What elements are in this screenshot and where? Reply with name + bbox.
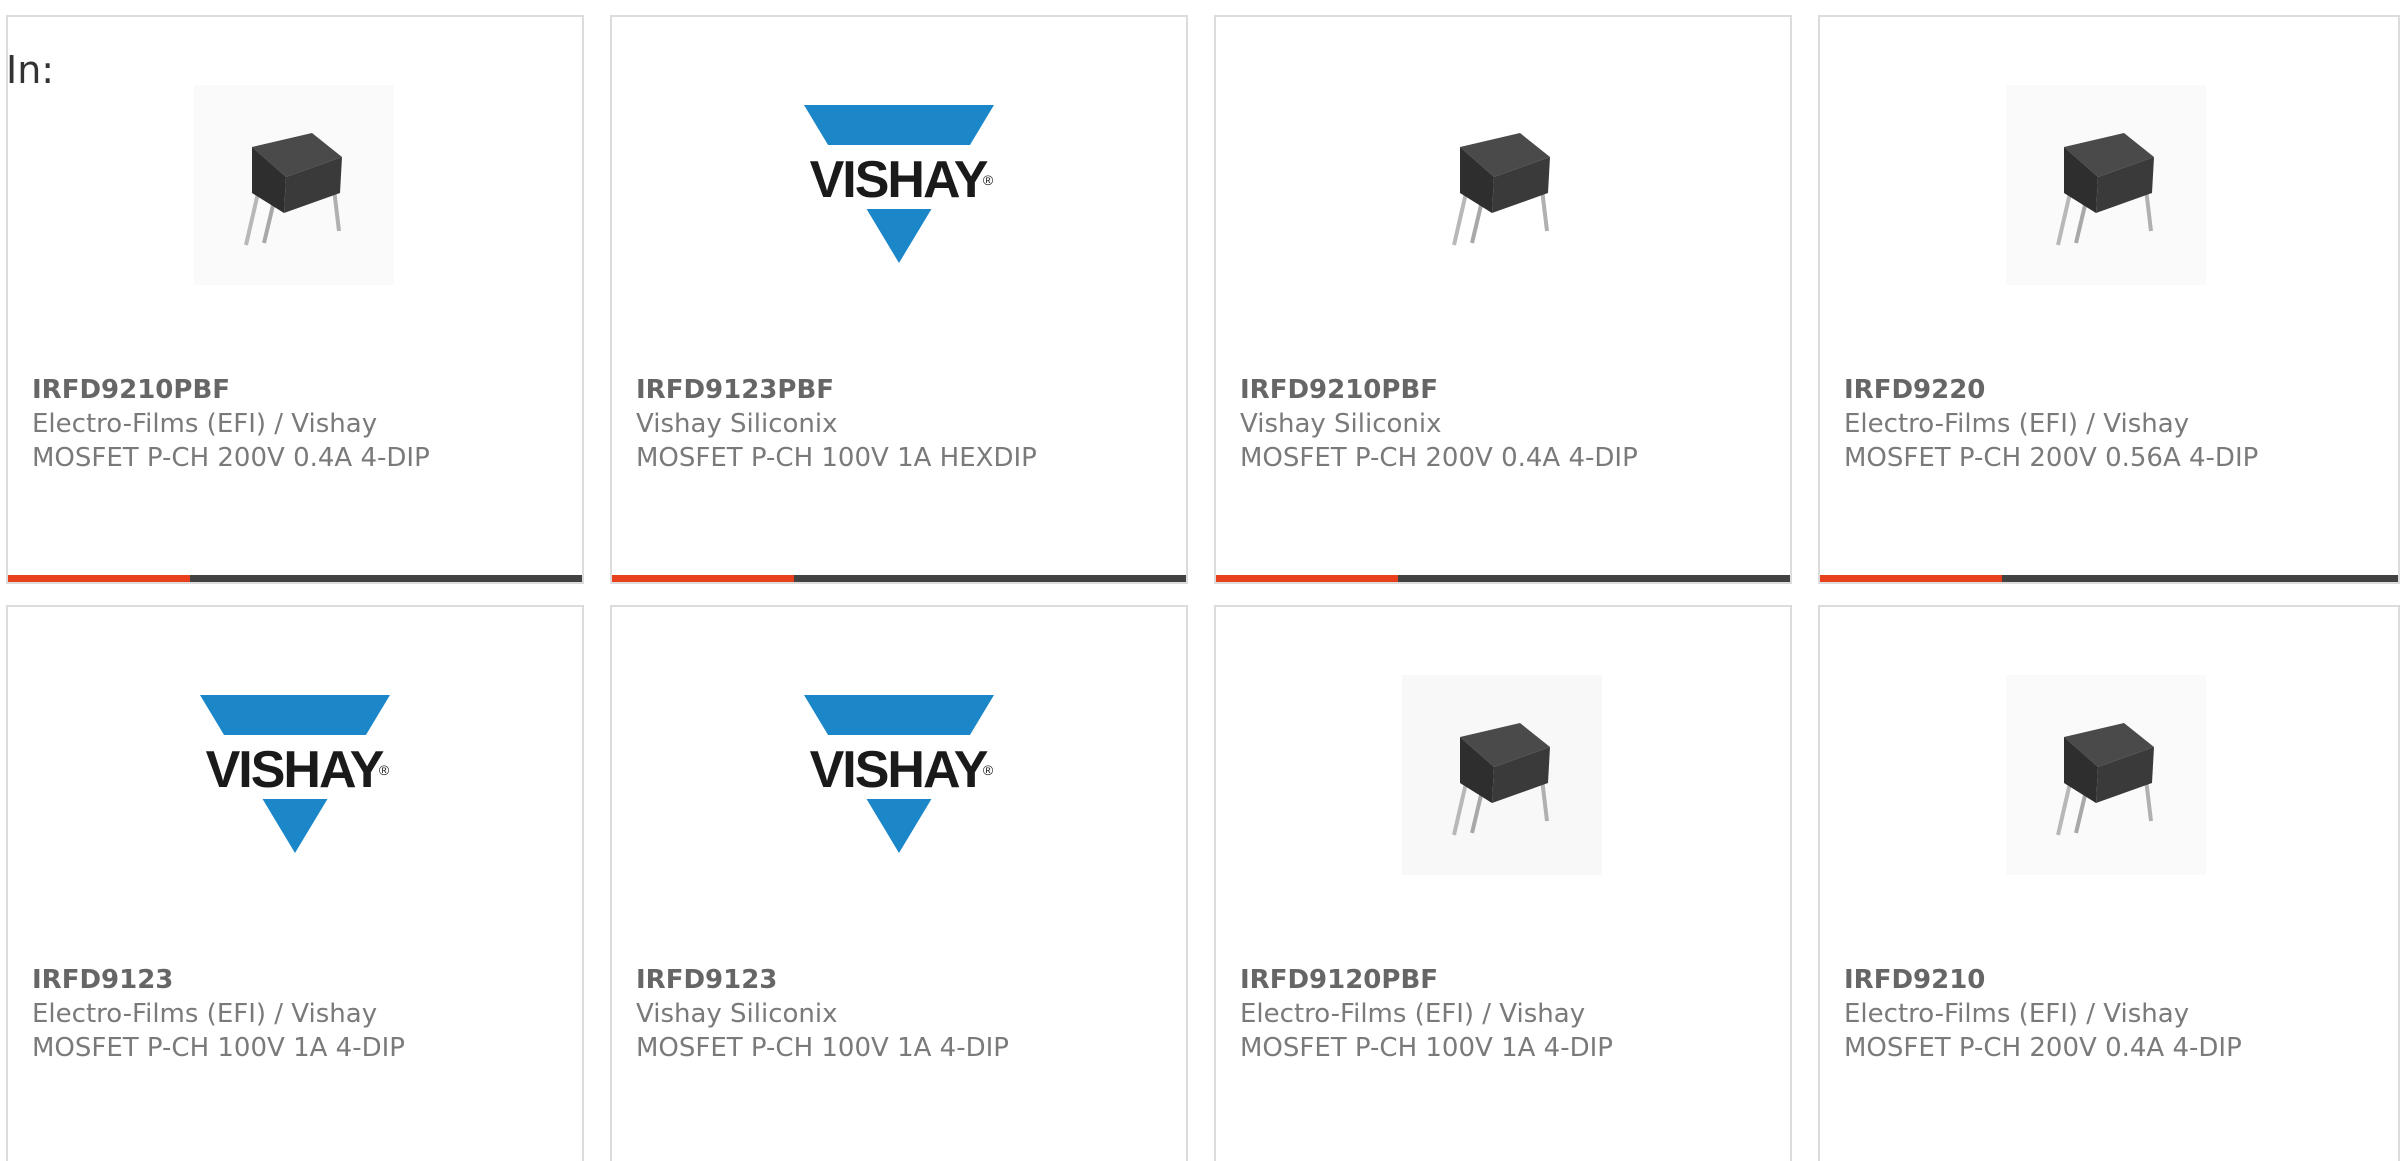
part-number[interactable]: IRFD9120PBF <box>1240 963 1778 997</box>
product-card[interactable]: IRFD9210PBF Electro-Films (EFI) / Vishay… <box>6 15 584 584</box>
svg-text:®: ® <box>983 172 994 188</box>
vishay-logo-icon: VISHAY ® <box>798 85 998 285</box>
chip-photo-icon <box>2006 675 2206 875</box>
product-card[interactable]: VISHAY ® IRFD9123 Vishay Siliconix MOSFE… <box>610 605 1188 1161</box>
product-info: IRFD9210 Electro-Films (EFI) / Vishay MO… <box>1844 963 2386 1065</box>
chip-photo-icon <box>1402 675 1602 875</box>
manufacturer: Electro-Films (EFI) / Vishay <box>32 409 378 439</box>
chip-photo-icon <box>2006 85 2206 285</box>
description: MOSFET P-CH 200V 0.4A 4-DIP <box>1844 1033 2242 1063</box>
part-number[interactable]: IRFD9123PBF <box>636 373 1174 407</box>
product-card[interactable]: IRFD9220 Electro-Films (EFI) / Vishay MO… <box>1818 15 2400 584</box>
logo-text: VISHAY <box>810 151 988 209</box>
product-info: IRFD9123 Vishay Siliconix MOSFET P-CH 10… <box>636 963 1174 1065</box>
vishay-logo-icon: VISHAY ® <box>798 675 998 875</box>
description: MOSFET P-CH 100V 1A 4-DIP <box>636 1033 1009 1063</box>
manufacturer: Electro-Films (EFI) / Vishay <box>32 999 378 1029</box>
logo-text: VISHAY <box>206 741 384 799</box>
manufacturer: Electro-Films (EFI) / Vishay <box>1844 409 2190 439</box>
product-card[interactable]: IRFD9210PBF Vishay Siliconix MOSFET P-CH… <box>1214 15 1792 584</box>
vishay-logo-icon: VISHAY ® <box>194 675 394 875</box>
manufacturer: Vishay Siliconix <box>636 999 838 1029</box>
card-accent <box>612 575 794 582</box>
description: MOSFET P-CH 100V 1A 4-DIP <box>32 1033 405 1063</box>
card-bottom-bar <box>612 575 1186 582</box>
product-grid-page: In: IRFD9210PBF Electro-Films (EFI) / Vi… <box>0 0 2400 1161</box>
card-accent <box>8 575 190 582</box>
part-number[interactable]: IRFD9123 <box>32 963 570 997</box>
description: MOSFET P-CH 100V 1A 4-DIP <box>1240 1033 1613 1063</box>
svg-text:®: ® <box>379 762 390 778</box>
manufacturer: Electro-Films (EFI) / Vishay <box>1844 999 2190 1029</box>
product-info: IRFD9210PBF Electro-Films (EFI) / Vishay… <box>32 373 570 475</box>
chip-photo-icon <box>1402 85 1602 285</box>
product-card[interactable]: VISHAY ® IRFD9123PBF Vishay Siliconix MO… <box>610 15 1188 584</box>
card-accent <box>1216 575 1398 582</box>
product-card[interactable]: IRFD9120PBF Electro-Films (EFI) / Vishay… <box>1214 605 1792 1161</box>
description: MOSFET P-CH 200V 0.4A 4-DIP <box>1240 443 1638 473</box>
svg-text:®: ® <box>983 762 994 778</box>
product-card[interactable]: IRFD9210 Electro-Films (EFI) / Vishay MO… <box>1818 605 2400 1161</box>
product-info: IRFD9123 Electro-Films (EFI) / Vishay MO… <box>32 963 570 1065</box>
manufacturer: Vishay Siliconix <box>636 409 838 439</box>
card-bottom-bar <box>1820 575 2398 582</box>
description: MOSFET P-CH 100V 1A HEXDIP <box>636 443 1037 473</box>
filter-label: In: <box>6 48 55 92</box>
product-info: IRFD9120PBF Electro-Films (EFI) / Vishay… <box>1240 963 1778 1065</box>
manufacturer: Electro-Films (EFI) / Vishay <box>1240 999 1586 1029</box>
description: MOSFET P-CH 200V 0.4A 4-DIP <box>32 443 430 473</box>
part-number[interactable]: IRFD9123 <box>636 963 1174 997</box>
card-bottom-bar <box>1216 575 1790 582</box>
part-number[interactable]: IRFD9210PBF <box>1240 373 1778 407</box>
part-number[interactable]: IRFD9220 <box>1844 373 2386 407</box>
part-number[interactable]: IRFD9210 <box>1844 963 2386 997</box>
card-accent <box>1820 575 2002 582</box>
part-number[interactable]: IRFD9210PBF <box>32 373 570 407</box>
manufacturer: Vishay Siliconix <box>1240 409 1442 439</box>
product-info: IRFD9220 Electro-Films (EFI) / Vishay MO… <box>1844 373 2386 475</box>
product-info: IRFD9210PBF Vishay Siliconix MOSFET P-CH… <box>1240 373 1778 475</box>
product-info: IRFD9123PBF Vishay Siliconix MOSFET P-CH… <box>636 373 1174 475</box>
card-bottom-bar <box>8 575 582 582</box>
product-card[interactable]: VISHAY ® IRFD9123 Electro-Films (EFI) / … <box>6 605 584 1161</box>
description: MOSFET P-CH 200V 0.56A 4-DIP <box>1844 443 2259 473</box>
chip-photo-icon <box>194 85 394 285</box>
logo-text: VISHAY <box>810 741 988 799</box>
